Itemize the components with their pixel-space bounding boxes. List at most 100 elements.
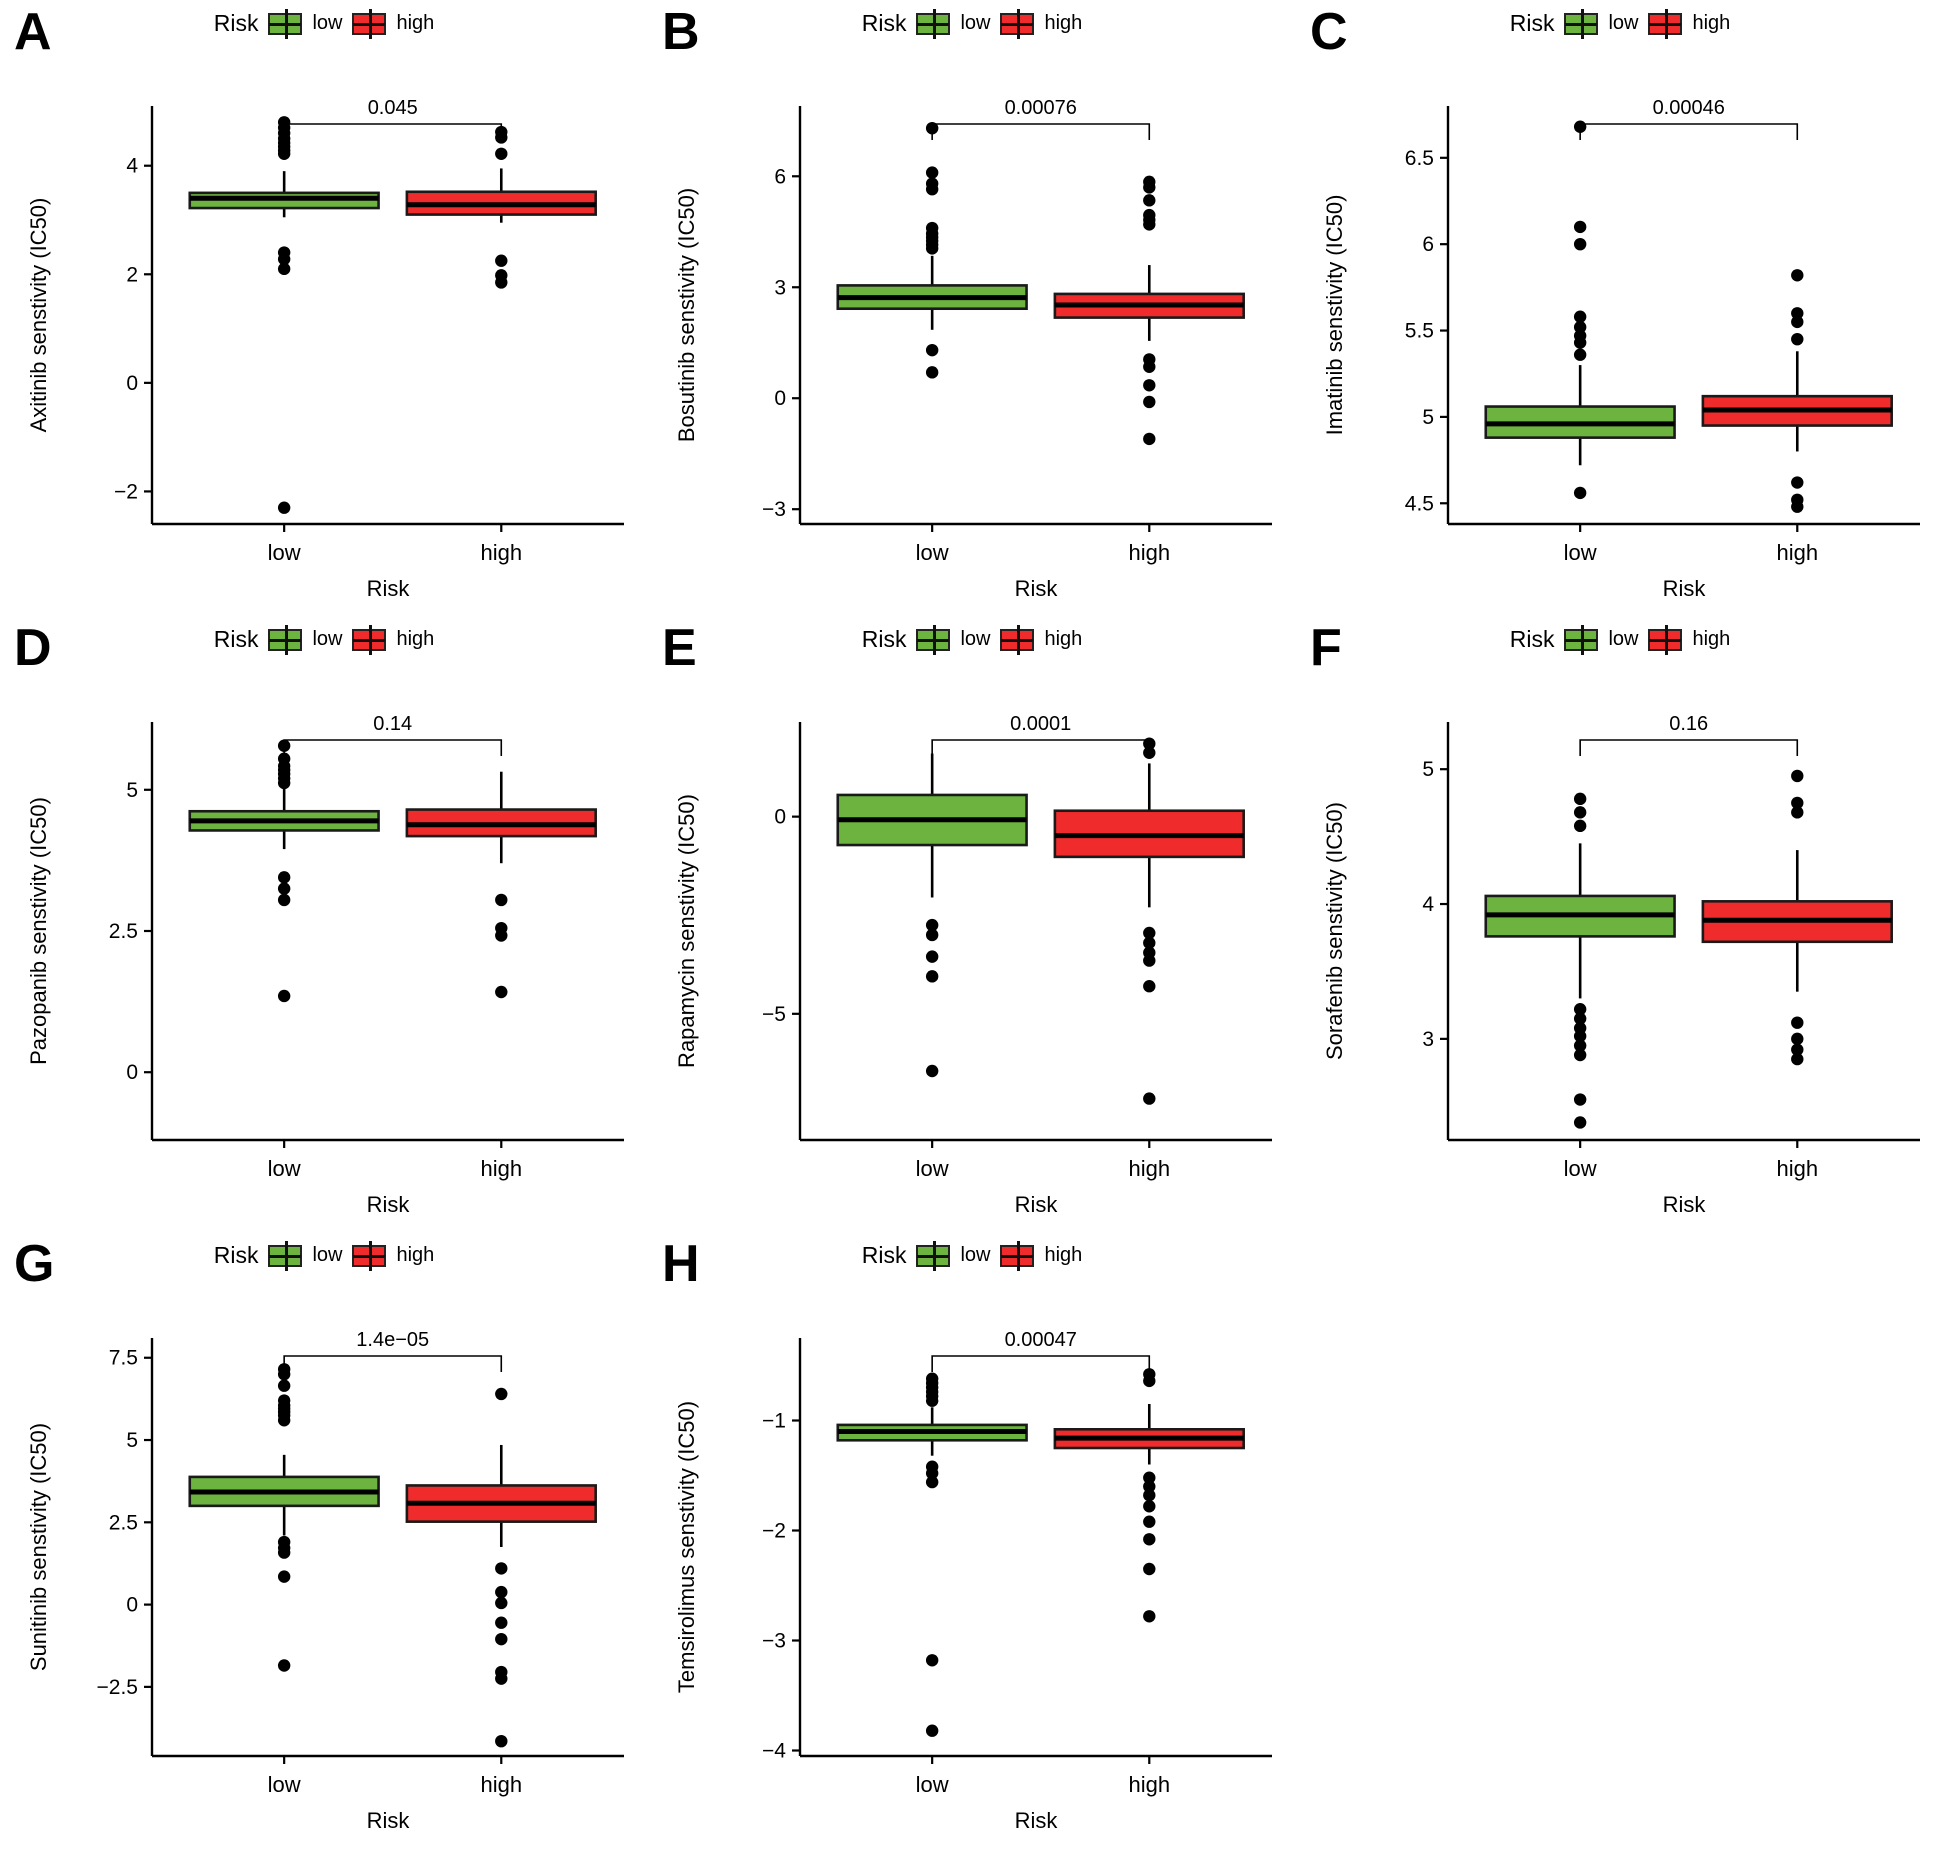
legend-key-low xyxy=(1564,8,1599,39)
y-tick-label: 0 xyxy=(774,387,786,410)
legend-title: Risk xyxy=(861,10,907,36)
y-axis-title: Sunitinib senstivity (IC50) xyxy=(26,1423,51,1671)
legend-label-low: low xyxy=(960,12,991,34)
y-axis-title: Bosutinib senstivity (IC50) xyxy=(674,188,699,442)
significance-bracket: 0.00076 xyxy=(931,97,1151,140)
p-value-label: 0.00046 xyxy=(1653,97,1725,119)
significance-bracket: 0.00047 xyxy=(931,1329,1151,1372)
x-category-label: low xyxy=(916,1772,949,1797)
y-axis-title: Sorafenib senstivity (IC50) xyxy=(1322,802,1347,1060)
x-axis-title: Risk xyxy=(1015,1808,1059,1833)
legend: Risk low high xyxy=(648,624,1296,655)
y-tick-label: 5 xyxy=(1422,406,1434,429)
legend-title: Risk xyxy=(861,626,907,652)
x-category-label: high xyxy=(1776,540,1818,565)
significance-bracket: 0.16 xyxy=(1579,713,1799,756)
x-category-label: high xyxy=(1128,1156,1170,1181)
boxplot-high xyxy=(1053,1368,1245,1623)
x-category-label: low xyxy=(1564,1156,1597,1181)
boxplot-low xyxy=(188,1363,380,1672)
legend: Risk low high xyxy=(648,1240,1296,1271)
legend-label-high: high xyxy=(1044,1244,1083,1266)
legend-label-high: high xyxy=(1692,12,1731,34)
y-tick-label: 3 xyxy=(774,276,786,299)
legend-key-low xyxy=(1564,624,1599,655)
x-category-label: low xyxy=(268,540,301,565)
y-tick-label: 6 xyxy=(774,165,786,188)
p-value-label: 0.14 xyxy=(373,713,412,735)
x-category-label: high xyxy=(480,1772,522,1797)
y-tick-label: 6.5 xyxy=(1405,147,1434,170)
boxplot-high xyxy=(1701,769,1893,1066)
legend-key-high xyxy=(352,624,387,655)
legend-key-low xyxy=(916,8,951,39)
boxplot-high xyxy=(405,1387,597,1748)
x-axis-title: Risk xyxy=(1663,576,1707,601)
y-tick-label: −3 xyxy=(762,498,786,521)
legend-key-high xyxy=(352,8,387,39)
plot-area: 4.5 5 5.5 6 6.5 Imatinib senstivity (IC50) low… xyxy=(1296,52,1944,616)
p-value-label: 0.00047 xyxy=(1005,1329,1077,1351)
legend-label-high: high xyxy=(1692,628,1731,650)
boxplot-high xyxy=(1701,269,1893,513)
x-category-label: high xyxy=(1128,1772,1170,1797)
legend-title: Risk xyxy=(213,1242,259,1268)
y-axis-title: Pazopanib senstivity (IC50) xyxy=(26,797,51,1065)
boxplot-low xyxy=(836,121,1028,379)
y-tick-label: −3 xyxy=(762,1630,786,1653)
y-tick-label: −4 xyxy=(762,1740,786,1763)
legend-key-low xyxy=(268,624,303,655)
panel-a: A Risk low high −2 0 2 4 Axitinib senstivity (IC… xyxy=(0,0,648,616)
legend-title: Risk xyxy=(1509,626,1555,652)
figure-panel-grid: A Risk low high −2 0 2 4 Axitinib senstivity (IC… xyxy=(0,0,1945,1850)
y-tick-label: 2.5 xyxy=(109,920,138,943)
plot-area: 0 2.5 5 Pazopanib senstivity (IC50) low high R… xyxy=(0,668,648,1232)
p-value-label: 0.16 xyxy=(1669,713,1708,735)
legend: Risk low high xyxy=(0,624,648,655)
panel-d: D Risk low high 0 2.5 5 Pazopanib senstivity (I… xyxy=(0,616,648,1232)
legend-title: Risk xyxy=(213,626,259,652)
x-axis-title: Risk xyxy=(1663,1192,1707,1217)
x-category-label: low xyxy=(916,1156,949,1181)
panel-b: B Risk low high −3 0 3 6 Bosutinib senstivity (I… xyxy=(648,0,1296,616)
plot-area: −1 −2 −3 −4 Temsirolimus senstivity (IC50) lo… xyxy=(648,1284,1296,1848)
plot-area: −2 0 2 4 Axitinib senstivity (IC50) low high Ri… xyxy=(0,52,648,616)
legend-title: Risk xyxy=(213,10,259,36)
x-category-label: low xyxy=(268,1772,301,1797)
x-axis-title: Risk xyxy=(1015,576,1059,601)
boxplot-low xyxy=(1484,792,1676,1129)
legend-key-high xyxy=(1648,624,1683,655)
legend-label-high: high xyxy=(396,628,435,650)
legend-key-low xyxy=(916,624,951,655)
legend: Risk low high xyxy=(0,1240,648,1271)
legend-label-low: low xyxy=(1608,12,1639,34)
boxplot-low xyxy=(836,753,1028,1078)
legend-key-low xyxy=(268,8,303,39)
y-tick-label: −2 xyxy=(762,1520,786,1543)
legend: Risk low high xyxy=(1296,624,1944,655)
y-tick-label: 2 xyxy=(126,263,138,286)
y-tick-label: 3 xyxy=(1422,1028,1434,1051)
y-tick-label: −1 xyxy=(762,1410,786,1433)
panel-g: G Risk low high −2.5 0 2.5 5 7.5 Sunitinib sensti… xyxy=(0,1232,648,1848)
plot-area: 3 4 5 Sorafenib senstivity (IC50) low high Ris… xyxy=(1296,668,1944,1232)
panel-h: H Risk low high −1 −2 −3 −4 Temsirolimus senstiv… xyxy=(648,1232,1296,1848)
x-category-label: high xyxy=(1776,1156,1818,1181)
y-tick-label: 5.5 xyxy=(1405,320,1434,343)
y-tick-label: 5 xyxy=(1422,758,1434,781)
y-tick-label: 4 xyxy=(126,155,138,178)
x-category-label: low xyxy=(916,540,949,565)
y-axis-title: Temsirolimus senstivity (IC50) xyxy=(674,1401,699,1693)
panel-c: C Risk low high 4.5 5 5.5 6 6.5 Imatinib senstivi… xyxy=(1296,0,1944,616)
boxplot-high xyxy=(1053,175,1245,446)
y-tick-label: 0 xyxy=(126,1594,138,1617)
boxplot-low xyxy=(188,116,380,514)
y-tick-label: 0 xyxy=(126,1061,138,1084)
boxplot-low xyxy=(836,1372,1028,1737)
legend: Risk low high xyxy=(0,8,648,39)
y-tick-label: 0 xyxy=(774,806,786,829)
legend-label-low: low xyxy=(960,628,991,650)
legend-key-low xyxy=(916,1240,951,1271)
legend-key-high xyxy=(1000,8,1035,39)
y-tick-label: 4 xyxy=(1422,893,1434,916)
